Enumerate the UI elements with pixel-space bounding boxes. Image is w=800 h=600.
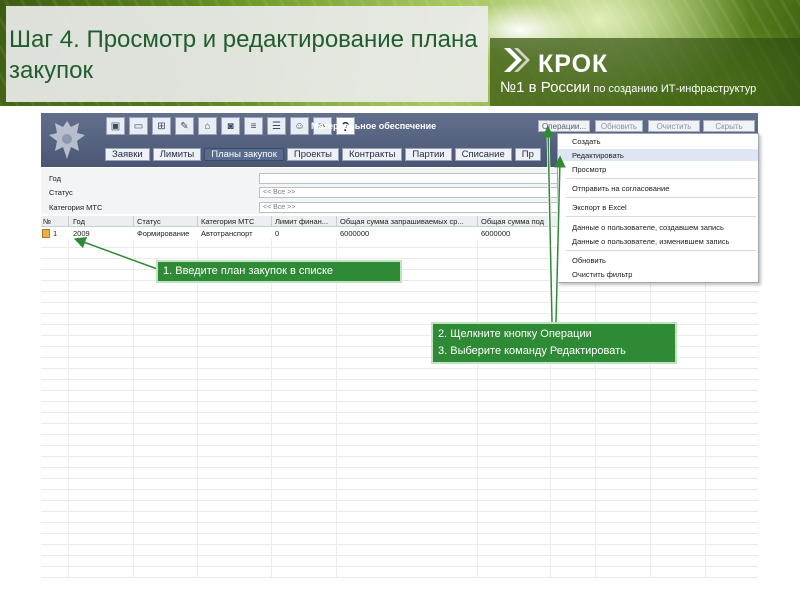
column-header-year[interactable]: Год	[73, 217, 133, 226]
tab-projects[interactable]: Проекты	[286, 148, 339, 161]
vehicle-icon[interactable]: ◙	[221, 117, 240, 135]
filter-label-category: Категория МТС	[49, 203, 103, 212]
filter-label-status: Статус	[49, 188, 73, 197]
hide-button[interactable]: Скрыть	[703, 120, 755, 132]
logo-tagline-big: №1 в России	[500, 79, 591, 96]
logo-tagline: №1 в России по созданию ИТ-инфраструктур	[500, 80, 756, 97]
grid-column-line	[550, 239, 551, 578]
menu-item-send-approval[interactable]: Отправить на согласование	[572, 184, 669, 193]
column-header-category[interactable]: Категория МТС	[201, 217, 271, 226]
grid-column-line	[595, 239, 596, 578]
tab-limits[interactable]: Лимиты	[152, 148, 202, 161]
slide-title: Шаг 4. Просмотр и редактирование плана з…	[9, 26, 478, 84]
building-icon[interactable]: ⌂	[198, 117, 217, 135]
callout-step-1: 1. Введите план закупок в списке	[156, 260, 402, 283]
krok-logo-icon	[504, 48, 530, 72]
menu-item-modified-by-info[interactable]: Данные о пользователе, изменившем запись	[572, 237, 729, 246]
menu-item-created-by-info[interactable]: Данные о пользователе, создавшем запись	[572, 223, 724, 232]
clear-button[interactable]: Очистить	[648, 120, 700, 132]
logo-name: КРОК	[538, 50, 609, 78]
document-icon[interactable]: ≡	[244, 117, 263, 135]
filter-label-year: Год	[49, 174, 61, 183]
tools-icon[interactable]: ✎	[175, 117, 194, 135]
grid-column-line	[68, 239, 69, 578]
cell-year: 2009	[73, 229, 90, 238]
grid-column-line	[705, 239, 706, 578]
operations-button[interactable]: Операции...	[538, 120, 590, 132]
logo-tagline-rest: по созданию ИТ-инфраструктур	[590, 83, 757, 95]
column-divider	[133, 216, 134, 227]
column-header-number[interactable]: №	[43, 217, 65, 226]
grid-column-line	[336, 239, 337, 578]
cell-limit: 0	[275, 229, 280, 238]
folder-icon	[42, 229, 50, 238]
column-header-requested-total[interactable]: Общая сумма запрашиваемых ср...	[340, 217, 476, 226]
tab-procurement-plans[interactable]: Планы закупок	[204, 148, 284, 161]
user-icon[interactable]: ☺	[290, 117, 309, 135]
column-divider	[197, 216, 198, 227]
tab-contracts[interactable]: Контракты	[341, 148, 403, 161]
refresh-button[interactable]: Обновить	[595, 120, 643, 132]
grid-column-line	[271, 239, 272, 578]
monitor-icon[interactable]: ▭	[129, 117, 148, 135]
menu-separator	[566, 178, 756, 179]
menu-item-clear-filter[interactable]: Очистить фильтр	[572, 270, 632, 279]
column-header-status[interactable]: Статус	[137, 217, 197, 226]
menu-item-refresh[interactable]: Обновить	[572, 256, 606, 265]
box-icon[interactable]: ▣	[106, 117, 125, 135]
column-header-limit[interactable]: Лимит финан...	[275, 217, 335, 226]
grid-column-line	[197, 239, 198, 578]
column-divider	[271, 216, 272, 227]
menu-separator	[566, 250, 756, 251]
network-icon[interactable]: ⊞	[152, 117, 171, 135]
cell-category: Автотранспорт	[201, 229, 253, 238]
menu-item-view[interactable]: Просмотр	[572, 165, 606, 174]
tab-batches[interactable]: Партии	[405, 148, 452, 161]
cell-number: 1	[53, 229, 58, 238]
cell-status: Формирование	[137, 229, 190, 238]
tab-write-off[interactable]: Списание	[454, 148, 512, 161]
tab-requests[interactable]: Заявки	[105, 148, 150, 161]
menu-item-export-excel[interactable]: Экспорт в Excel	[572, 203, 627, 212]
menu-separator	[566, 216, 756, 217]
year-field[interactable]	[259, 173, 559, 184]
tab-more[interactable]: Пр	[514, 148, 541, 161]
menu-item-create[interactable]: Создать	[572, 137, 601, 146]
app-title: Материальное обеспечение	[311, 121, 437, 131]
category-select[interactable]: << Все >>	[259, 202, 559, 213]
column-divider	[336, 216, 337, 227]
callout-steps-2-3: 2. Щелкните кнопку Операции 3. Выберите …	[431, 322, 677, 364]
grid-column-line	[133, 239, 134, 578]
column-divider	[477, 216, 478, 227]
menu-item-edit[interactable]: Редактировать	[572, 151, 624, 160]
callout-step-2: 2. Щелкните кнопку Операции	[438, 328, 592, 340]
column-divider	[68, 216, 69, 227]
status-select[interactable]: << Все >>	[259, 187, 559, 198]
coat-of-arms-icon	[42, 114, 92, 166]
cell-requested-total: 6000000	[340, 229, 370, 238]
cell-confirmed-total: 6000000	[481, 229, 511, 238]
callout-step-3: 3. Выберите команду Редактировать	[438, 345, 626, 357]
menu-separator	[566, 197, 756, 198]
grid-column-line	[477, 239, 478, 578]
nav-tabs: Заявки Лимиты Планы закупок Проекты Конт…	[105, 148, 541, 161]
list-icon[interactable]: ☰	[267, 117, 286, 135]
grid-column-line	[650, 239, 651, 578]
column-header-confirmed-total[interactable]: Общая сумма под	[481, 217, 551, 226]
